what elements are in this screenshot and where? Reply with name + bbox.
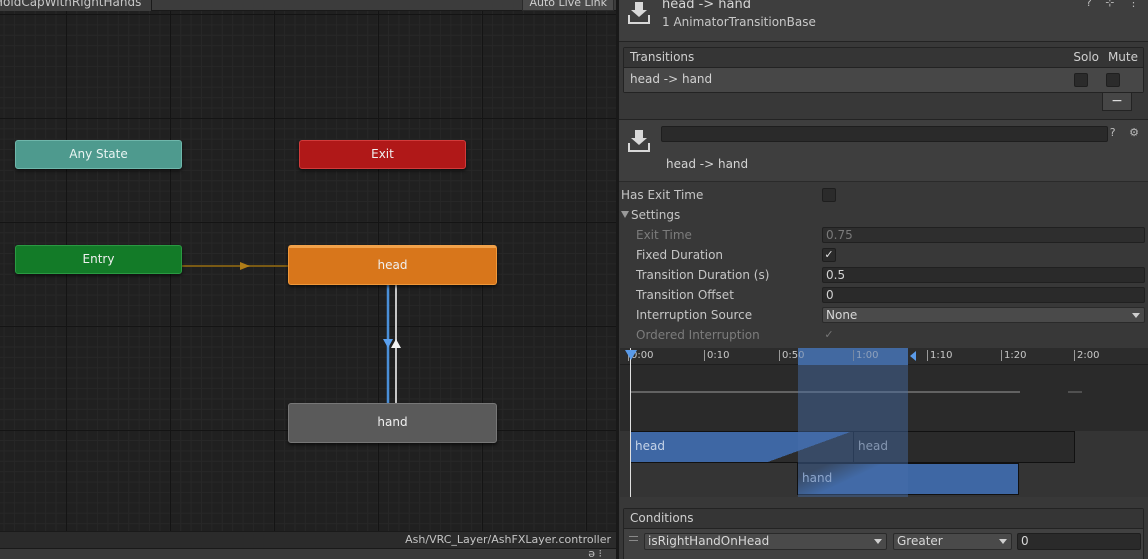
solo-column-label: Solo	[1073, 50, 1099, 64]
tick-label: 0:10	[704, 350, 729, 361]
interruption-source-label: Interruption Source	[636, 308, 753, 322]
hand-to-head-arrow	[391, 339, 401, 348]
head-to-hand-arrow	[383, 339, 393, 348]
conditions-header-label: Conditions	[630, 511, 694, 525]
any-state-label: Any State	[69, 146, 128, 161]
transition-duration-field[interactable]: 0.5	[822, 267, 1145, 283]
entry-node[interactable]: Entry	[15, 245, 182, 274]
tick-label: 2:00	[1074, 350, 1099, 361]
condition-threshold-field[interactable]: 0	[1017, 533, 1141, 550]
transition-range-overlay[interactable]	[798, 348, 908, 497]
transitions-list: Transitions Solo Mute head -> hand	[623, 47, 1144, 93]
transition-icon	[628, 130, 650, 152]
transitions-header-label: Transitions	[630, 50, 695, 64]
chevron-down-icon	[1132, 313, 1140, 318]
condition-row[interactable]: isRightHandOnHead Greater 0	[624, 529, 1143, 551]
has-exit-time-label: Has Exit Time	[621, 188, 704, 202]
tick-label: 1:10	[927, 350, 952, 361]
has-exit-time-checkbox[interactable]	[822, 188, 836, 202]
playhead-marker-icon[interactable]	[625, 350, 637, 360]
transition-end-marker-icon[interactable]	[910, 351, 916, 361]
condition-mode-value: Greater	[897, 534, 943, 548]
condition-parameter-dropdown[interactable]: isRightHandOnHead	[644, 533, 887, 550]
ordered-interruption-checkbox: ✓	[824, 328, 834, 341]
entry-label: Entry	[82, 251, 115, 266]
any-state-node[interactable]: Any State	[15, 140, 182, 169]
settings-foldout-label[interactable]: Settings	[631, 208, 680, 222]
drag-handle-icon[interactable]	[629, 536, 638, 541]
condition-mode-dropdown[interactable]: Greater	[893, 533, 1012, 550]
inspector-header-icons[interactable]: ? ⊹ ⋮	[1086, 0, 1144, 9]
inspector-panel: head -> hand 1 AnimatorTransitionBase ? …	[619, 0, 1148, 559]
transition-offset-field[interactable]: 0	[822, 287, 1145, 303]
mute-checkbox[interactable]	[1106, 73, 1120, 87]
transition-offset-label: Transition Offset	[636, 288, 734, 302]
controller-path: Ash/VRC_Layer/AshFXLayer.controller	[405, 533, 611, 546]
fixed-duration-label: Fixed Duration	[636, 248, 724, 262]
inspector-header: head -> hand 1 AnimatorTransitionBase ? …	[619, 0, 1148, 42]
exit-time-label: Exit Time	[636, 228, 692, 242]
transition-duration-label: Transition Duration (s)	[636, 268, 770, 282]
interruption-source-value: None	[826, 308, 858, 322]
graph-bottom-bar: ə ⁝	[0, 548, 616, 559]
exit-time-field: 0.75	[822, 227, 1145, 243]
inspector-title: head -> hand	[662, 0, 752, 12]
transition-header-icons[interactable]: ? ⚙	[1110, 126, 1144, 139]
head-state-label: head	[377, 258, 408, 272]
solo-checkbox[interactable]	[1074, 73, 1088, 87]
transition-name-field[interactable]	[661, 126, 1108, 142]
interruption-source-dropdown[interactable]: None	[822, 307, 1145, 323]
settings-foldout-arrow-icon[interactable]	[621, 211, 629, 218]
graph-status-bar: Ash/VRC_Layer/AshFXLayer.controller	[0, 531, 616, 548]
conditions-list: Conditions isRightHandOnHead Greater 0	[623, 508, 1144, 559]
hand-state-label: hand	[377, 415, 408, 429]
head-state-node[interactable]: head	[288, 245, 497, 285]
entry-to-head-arrow	[240, 262, 250, 270]
transition-timeline[interactable]: 0:00 0:10 0:50 1:00 1:10 1:20 2:00 head …	[620, 348, 1148, 497]
tick-label: 1:20	[1001, 350, 1026, 361]
inspector-subtitle: 1 AnimatorTransitionBase	[662, 15, 816, 29]
timeline-playhead[interactable]	[630, 348, 631, 497]
hand-state-node[interactable]: hand	[288, 403, 497, 443]
ordered-interruption-label: Ordered Interruption	[636, 328, 760, 342]
fixed-duration-checkbox[interactable]: ✓	[822, 248, 836, 262]
transition-header: ? ⚙ head -> hand	[619, 119, 1148, 182]
condition-parameter-value: isRightHandOnHead	[648, 534, 770, 548]
mute-column-label: Mute	[1107, 50, 1138, 64]
animator-graph[interactable]: HoldCapWithRightHands Auto Live Link Any…	[0, 0, 616, 559]
chevron-down-icon	[999, 539, 1007, 544]
conditions-header: Conditions	[624, 509, 1143, 529]
panel-options-icon[interactable]: ə ⁝	[588, 548, 602, 559]
transition-icon	[628, 2, 650, 24]
exit-node[interactable]: Exit	[299, 140, 466, 169]
chevron-down-icon	[874, 539, 882, 544]
transition-row[interactable]: head -> hand	[624, 68, 1143, 92]
exit-label: Exit	[371, 146, 394, 161]
source-clip-label: head	[635, 439, 665, 453]
transitions-list-header: Transitions Solo Mute	[624, 48, 1143, 68]
transition-label: head -> hand	[666, 157, 749, 171]
transition-row-label: head -> hand	[630, 72, 713, 86]
remove-transition-button[interactable]: −	[1102, 93, 1132, 111]
